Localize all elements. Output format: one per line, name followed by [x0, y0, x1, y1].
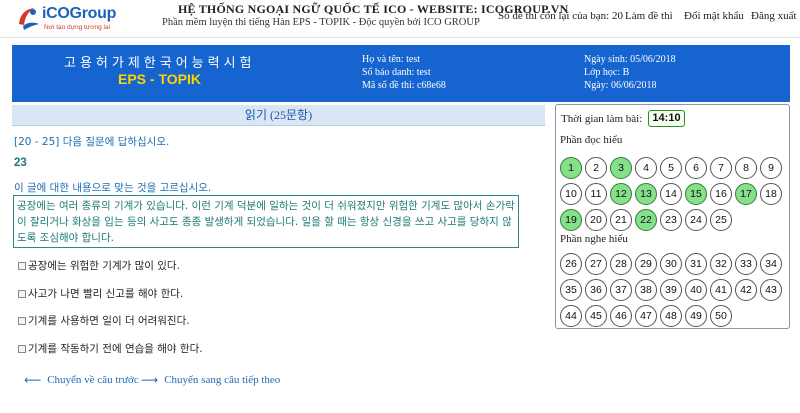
logo-tagline: Nơi tạo dựng tương lai [44, 24, 111, 31]
question-circle-17[interactable]: 17 [735, 183, 757, 205]
ico-group-logo[interactable]: iCOGroup Nơi tạo dựng tương lai [14, 2, 124, 36]
question-circle-26[interactable]: 26 [560, 253, 582, 275]
question-circle-43[interactable]: 43 [760, 279, 782, 301]
question-circle-36[interactable]: 36 [585, 279, 607, 301]
timer-label: Thời gian làm bài: [561, 113, 643, 125]
question-prompt: 이 글에 대한 내용으로 맞는 것을 고르십시오. [14, 182, 212, 194]
question-circle-46[interactable]: 46 [610, 305, 632, 327]
question-circle-23[interactable]: 23 [660, 209, 682, 231]
question-circle-13[interactable]: 13 [635, 183, 657, 205]
option-text: 공장에는 위험한 기계가 많이 있다. [28, 260, 180, 272]
question-circle-50[interactable]: 50 [710, 305, 732, 327]
answer-option-1[interactable]: 공장에는 위험한 기계가 많이 있다. [18, 258, 180, 273]
question-circle-16[interactable]: 16 [710, 183, 732, 205]
option-checkbox[interactable] [18, 344, 26, 353]
candidate-class: Lớp học: B [584, 67, 630, 78]
logout-link[interactable]: Đăng xuất [751, 10, 797, 22]
question-circle-37[interactable]: 37 [610, 279, 632, 301]
option-text: 사고가 나면 빨리 신고를 해야 한다. [28, 288, 184, 300]
question-circle-18[interactable]: 18 [760, 183, 782, 205]
top-bar: iCOGroup Nơi tạo dựng tương lai HỆ THỐNG… [0, 0, 800, 38]
exam-eps-title: EPS - TOPIK [118, 71, 201, 87]
question-circle-24[interactable]: 24 [685, 209, 707, 231]
exam-date: Ngày: 06/06/2018 [584, 80, 657, 91]
question-circle-2[interactable]: 2 [585, 157, 607, 179]
question-number: 23 [14, 157, 27, 169]
question-circle-49[interactable]: 49 [685, 305, 707, 327]
question-circle-34[interactable]: 34 [760, 253, 782, 275]
question-circle-22[interactable]: 22 [635, 209, 657, 231]
question-circle-10[interactable]: 10 [560, 183, 582, 205]
option-checkbox[interactable] [18, 289, 26, 298]
question-circle-6[interactable]: 6 [685, 157, 707, 179]
listening-question-grid: 26 27 28 29 30 31 32 33 34 35 36 37 38 39 40 41 42 43 44 45… [560, 253, 785, 327]
question-circle-9[interactable]: 9 [760, 157, 782, 179]
question-circle-29[interactable]: 29 [635, 253, 657, 275]
question-circle-3[interactable]: 3 [610, 157, 632, 179]
question-circle-7[interactable]: 7 [710, 157, 732, 179]
exam-banner: 고용허가제한국어능력시험 EPS - TOPIK Họ và tên: test… [12, 45, 790, 102]
exam-korean-title: 고용허가제한국어능력시험 [64, 56, 256, 71]
option-checkbox[interactable] [18, 316, 26, 325]
question-circle-21[interactable]: 21 [610, 209, 632, 231]
question-circle-45[interactable]: 45 [585, 305, 607, 327]
question-circle-27[interactable]: 27 [585, 253, 607, 275]
candidate-id: Số báo danh: test [362, 67, 431, 78]
countdown-timer: 14:10 [648, 110, 685, 127]
question-circle-15[interactable]: 15 [685, 183, 707, 205]
logo-icon [19, 8, 39, 30]
question-circle-41[interactable]: 41 [710, 279, 732, 301]
question-circle-12[interactable]: 12 [610, 183, 632, 205]
option-checkbox[interactable] [18, 261, 26, 270]
question-circle-1[interactable]: 1 [560, 157, 582, 179]
reading-passage: 공장에는 여러 종류의 기계가 있습니다. 이런 기계 덕분에 일하는 것이 더… [13, 195, 519, 248]
change-password-link[interactable]: Đổi mật khẩu [684, 10, 744, 22]
arrow-right-icon: ⟶ [141, 373, 159, 387]
question-circle-14[interactable]: 14 [660, 183, 682, 205]
question-circle-38[interactable]: 38 [635, 279, 657, 301]
question-circle-31[interactable]: 31 [685, 253, 707, 275]
question-circle-20[interactable]: 20 [585, 209, 607, 231]
question-circle-42[interactable]: 42 [735, 279, 757, 301]
option-text: 기계를 작동하기 전에 연습을 해야 한다. [28, 343, 203, 355]
question-circle-28[interactable]: 28 [610, 253, 632, 275]
candidate-name: Họ và tên: test [362, 54, 421, 65]
answer-option-3[interactable]: 기계를 사용하면 일이 더 어려워진다. [18, 313, 190, 328]
question-circle-19[interactable]: 19 [560, 209, 582, 231]
question-circle-44[interactable]: 44 [560, 305, 582, 327]
next-question-link[interactable]: ⟶ Chuyển sang câu tiếp theo [141, 373, 280, 387]
question-circle-47[interactable]: 47 [635, 305, 657, 327]
logo-wordmark: iCOGroup [42, 5, 117, 22]
question-circle-35[interactable]: 35 [560, 279, 582, 301]
question-circle-48[interactable]: 48 [660, 305, 682, 327]
arrow-left-icon: ⟵ [24, 373, 42, 387]
question-circle-33[interactable]: 33 [735, 253, 757, 275]
question-circle-40[interactable]: 40 [685, 279, 707, 301]
option-text: 기계를 사용하면 일이 더 어려워진다. [28, 315, 190, 327]
reading-question-grid: 1 2 3 4 5 6 7 8 9 10 11 12 13 14 15 16 17 18 19 20 21 22 23 24 2… [560, 157, 785, 231]
answer-option-4[interactable]: 기계를 작동하기 전에 연습을 해야 한다. [18, 341, 203, 356]
question-circle-32[interactable]: 32 [710, 253, 732, 275]
question-circle-5[interactable]: 5 [660, 157, 682, 179]
question-navigator-panel: Thời gian làm bài: 14:10 Phần đọc hiểu 1… [555, 104, 790, 329]
listening-part-label: Phần nghe hiểu [560, 233, 628, 245]
question-circle-30[interactable]: 30 [660, 253, 682, 275]
question-circle-39[interactable]: 39 [660, 279, 682, 301]
question-circle-11[interactable]: 11 [585, 183, 607, 205]
take-exam-link[interactable]: Làm đề thi [625, 10, 673, 22]
prev-question-link[interactable]: ⟵ Chuyển về câu trước [24, 373, 139, 387]
question-instruction: [20 - 25] 다음 질문에 답하십시오. [14, 136, 170, 148]
prev-question-label: Chuyển về câu trước [47, 374, 139, 386]
exam-code: Mã số đề thi: c68e68 [362, 80, 446, 91]
question-circle-4[interactable]: 4 [635, 157, 657, 179]
remaining-exams-text: Số đề thi còn lại của bạn: 20 [498, 10, 623, 22]
question-circle-8[interactable]: 8 [735, 157, 757, 179]
reading-part-label: Phần đọc hiểu [560, 134, 623, 146]
answer-option-2[interactable]: 사고가 나면 빨리 신고를 해야 한다. [18, 286, 183, 301]
reading-section-header: 읽기 (25문항) [12, 105, 545, 126]
site-subtitle: Phần mềm luyện thi tiếng Hàn EPS - TOPIK… [162, 17, 480, 28]
next-question-label: Chuyển sang câu tiếp theo [164, 374, 281, 386]
question-circle-25[interactable]: 25 [710, 209, 732, 231]
candidate-dob: Ngày sinh: 05/06/2018 [584, 54, 676, 65]
